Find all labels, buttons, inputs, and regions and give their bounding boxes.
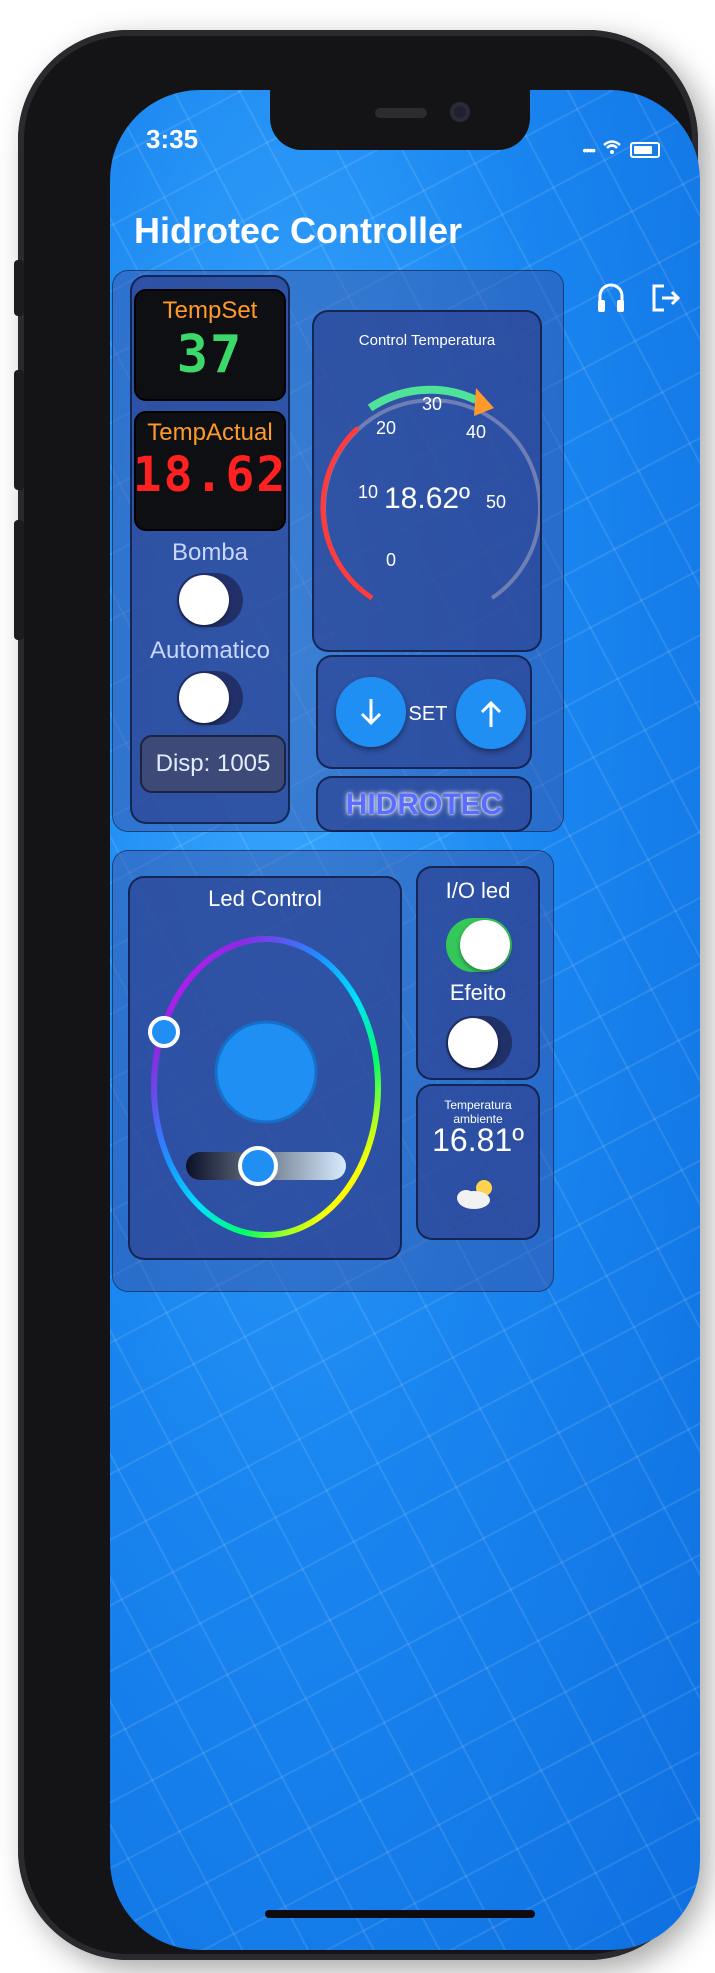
volume-down-button: [14, 520, 24, 640]
arrow-down-icon: [360, 699, 382, 726]
color-wheel[interactable]: [136, 922, 396, 1252]
device-id-badge: Disp: 1005: [140, 735, 286, 793]
efeito-toggle[interactable]: [446, 1016, 512, 1070]
status-time: 3:35: [146, 124, 199, 154]
gauge-tick-30: 30: [422, 394, 442, 414]
gauge-tick-10: 10: [358, 482, 378, 502]
status-bar-icons: ••••: [582, 138, 660, 161]
led-color-preview: [214, 1020, 318, 1124]
gauge-tick-20: 20: [376, 418, 396, 438]
battery-icon: [630, 141, 660, 158]
phone-frame: 3:35 •••• Hidrotec Controller TempSet 37: [14, 30, 700, 1960]
io-led-label: I/O led: [445, 878, 511, 903]
gauge-value: 18.62º: [384, 482, 470, 515]
app-title: Hidrotec Controller: [134, 210, 463, 251]
home-indicator: [265, 1910, 535, 1918]
gauge-cold-arc: [320, 426, 374, 601]
partly-cloudy-icon: [457, 1180, 492, 1209]
ambient-value: 16.81º: [432, 1122, 524, 1158]
io-led-toggle[interactable]: [446, 918, 512, 972]
tempactual-value: 18.62: [132, 447, 288, 503]
gauge-set-marker: [474, 388, 494, 416]
led-control-title: Led Control: [208, 886, 322, 911]
toggle-knob: [460, 920, 510, 970]
volume-up-button: [14, 370, 24, 490]
silent-switch: [14, 260, 24, 316]
color-ring-handle: [148, 1016, 180, 1048]
io-led-card: I/O led Efeito: [416, 866, 540, 1080]
toggle-knob: [179, 575, 229, 625]
brand-card: HIDROTEC: [316, 776, 532, 832]
temperature-gauge-card: Control Temperatura 0 10 20 30 40 50 18.…: [312, 310, 542, 652]
tempset-display: TempSet 37: [134, 289, 286, 401]
brand-logo: HIDROTEC: [345, 788, 503, 821]
headset-icon[interactable]: [596, 280, 626, 325]
gauge-tick-40: 40: [466, 422, 486, 442]
toggle-knob: [179, 673, 229, 723]
set-controls-card: SET: [316, 655, 532, 769]
screen: 3:35 •••• Hidrotec Controller TempSet 37: [110, 90, 700, 1950]
notch: [270, 90, 530, 150]
gauge-tick-50: 50: [486, 492, 506, 512]
header-actions: [596, 280, 681, 325]
automatico-toggle[interactable]: [177, 671, 243, 725]
tempset-value: 37: [176, 325, 244, 385]
wifi-icon: [602, 138, 622, 161]
ambient-temp-card: Temperatura ambiente 16.81º: [416, 1084, 540, 1240]
tempactual-display: TempActual 18.62: [132, 411, 288, 531]
temperature-gauge[interactable]: 0 10 20 30 40 50 18.62º: [314, 348, 540, 648]
signal-icon: ••••: [582, 141, 596, 158]
automatico-label: Automatico: [149, 637, 271, 664]
led-control-card: Led Control: [128, 876, 402, 1260]
set-label: SET: [408, 703, 448, 725]
bomba-label: Bomba: [171, 539, 249, 566]
increase-button[interactable]: [456, 679, 526, 749]
speaker: [375, 108, 427, 118]
arrow-up-icon: [480, 700, 502, 727]
gauge-title: Control Temperatura: [358, 332, 496, 349]
toggle-knob: [448, 1018, 498, 1068]
decrease-button[interactable]: [336, 677, 406, 747]
left-status-card: TempSet 37 TempActual 18.62 Bomba Automa…: [130, 275, 290, 824]
camera: [450, 102, 470, 122]
tempset-label: TempSet: [162, 297, 258, 324]
logout-icon[interactable]: [650, 280, 681, 325]
tempactual-label: TempActual: [147, 419, 273, 446]
efeito-label: Efeito: [449, 980, 507, 1005]
brightness-handle: [238, 1146, 278, 1186]
gauge-tick-0: 0: [386, 550, 396, 570]
bomba-toggle[interactable]: [177, 573, 243, 627]
